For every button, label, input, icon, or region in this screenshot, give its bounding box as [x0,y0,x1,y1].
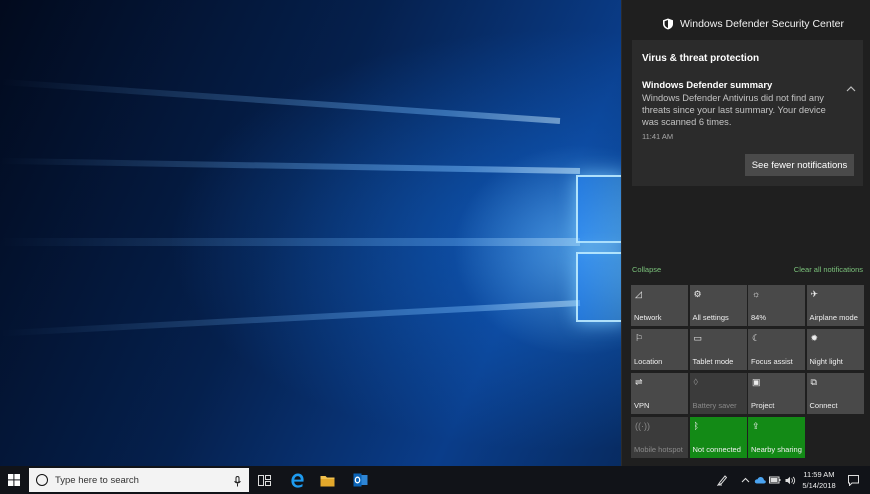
search-box[interactable] [29,468,249,492]
taskbar: 11:59 AM 5/14/2018 [0,466,870,494]
action-center-icon[interactable] [845,466,861,494]
notification-heading: Windows Defender summary [642,80,773,91]
see-fewer-notifications-button[interactable]: See fewer notifications [745,154,854,176]
location-icon: ⚐ [635,333,644,343]
clock-date: 5/14/2018 [802,481,836,490]
night-light-icon: ✹ [810,333,819,343]
quick-actions-grid: ◿ Network ⚙ All settings ☼ 84% ✈ Airplane mode ⚐… [631,285,865,461]
quick-action-label: 84% [751,313,767,322]
brightness-icon: ☼ [752,289,761,299]
project-icon: ▣ [752,377,761,387]
quick-action-not-connected[interactable]: ᛒ Not connected [689,417,747,458]
quick-action-label: Tablet mode [692,357,734,366]
quick-action-label: Project [751,401,775,410]
quick-action-all-settings[interactable]: ⚙ All settings [689,285,747,326]
quick-action-airplane-mode[interactable]: ✈ Airplane mode [806,285,864,326]
task-view-icon[interactable] [254,470,274,490]
tablet-mode-icon: ▭ [693,333,703,343]
quick-action-label: Battery saver [692,401,737,410]
onedrive-cloud-icon[interactable] [753,466,767,494]
quick-action-label: Network [634,313,662,322]
quick-action-label: Not connected [692,445,741,454]
notification-app-header: Windows Defender Security Center [622,12,870,36]
notification-card[interactable]: Virus & threat protection Windows Defend… [632,40,863,186]
clock-time: 11:59 AM [803,470,835,479]
hotspot-icon: ((·)) [635,421,650,431]
notification-body: Windows Defender Antivirus did not find … [642,93,826,127]
quick-action-label: Connect [809,401,838,410]
defender-shield-icon [662,18,674,30]
start-button[interactable] [0,466,28,494]
microphone-icon[interactable] [234,474,241,487]
cortana-icon[interactable] [36,474,48,486]
search-input[interactable] [55,474,225,486]
connect-icon: ⧉ [810,377,817,387]
outlook-icon[interactable] [350,470,370,490]
quick-action-vpn[interactable]: ⇌ VPN [631,373,688,414]
clear-all-notifications-link[interactable]: Clear all notifications [794,265,863,274]
quick-action-battery-saver[interactable]: ◊ Battery saver [689,373,747,414]
chevron-up-icon[interactable] [846,83,856,95]
volume-icon[interactable] [783,466,797,494]
quick-action-night-light[interactable]: ✹ Night light [806,329,864,370]
bluetooth-icon: ᛒ [693,421,699,431]
quick-action-label: Night light [809,357,843,366]
quick-action-tablet-mode[interactable]: ▭ Tablet mode [689,329,747,370]
settings-gear-icon: ⚙ [693,289,702,299]
action-center-panel: Windows Defender Security Center Virus &… [621,0,870,466]
quick-action-location[interactable]: ⚐ Location [631,329,688,370]
quick-action-label: Mobile hotspot [634,445,683,454]
notification-group-title: Virus & threat protection [642,53,760,64]
file-explorer-icon[interactable] [317,470,337,490]
quick-action-network[interactable]: ◿ Network [631,285,688,326]
quick-action-label: Airplane mode [809,313,858,322]
quick-action-label: Focus assist [751,357,793,366]
quick-action-label: Nearby sharing [751,445,802,454]
battery-saver-icon: ◊ [693,377,698,387]
quick-action-project[interactable]: ▣ Project [748,373,805,414]
quick-action-label: VPN [634,401,650,410]
chevron-up-tray-icon[interactable] [738,466,752,494]
quick-action-connect[interactable]: ⧉ Connect [806,373,864,414]
collapse-link[interactable]: Collapse [632,265,661,274]
network-icon: ◿ [635,289,642,299]
vpn-icon: ⇌ [635,377,643,387]
quick-action-84[interactable]: ☼ 84% [748,285,805,326]
quick-action-label: Location [634,357,663,366]
nearby-sharing-icon: ⇪ [752,421,760,431]
windows-logo-icon [8,474,20,486]
notification-app-title: Windows Defender Security Center [680,18,844,30]
edge-browser-icon[interactable] [287,470,307,490]
notification-time: 11:41 AM [642,132,674,141]
moon-icon: ☾ [752,333,761,343]
quick-action-mobile-hotspot[interactable]: ((·)) Mobile hotspot [631,417,688,458]
airplane-icon: ✈ [810,289,819,299]
pen-workspace-icon[interactable] [714,466,730,494]
quick-action-focus-assist[interactable]: ☾ Focus assist [748,329,805,370]
taskbar-clock[interactable]: 11:59 AM 5/14/2018 [797,469,841,491]
quick-action-label: All settings [692,313,729,322]
quick-action-nearby-sharing[interactable]: ⇪ Nearby sharing [748,417,805,458]
battery-icon[interactable] [768,466,782,494]
